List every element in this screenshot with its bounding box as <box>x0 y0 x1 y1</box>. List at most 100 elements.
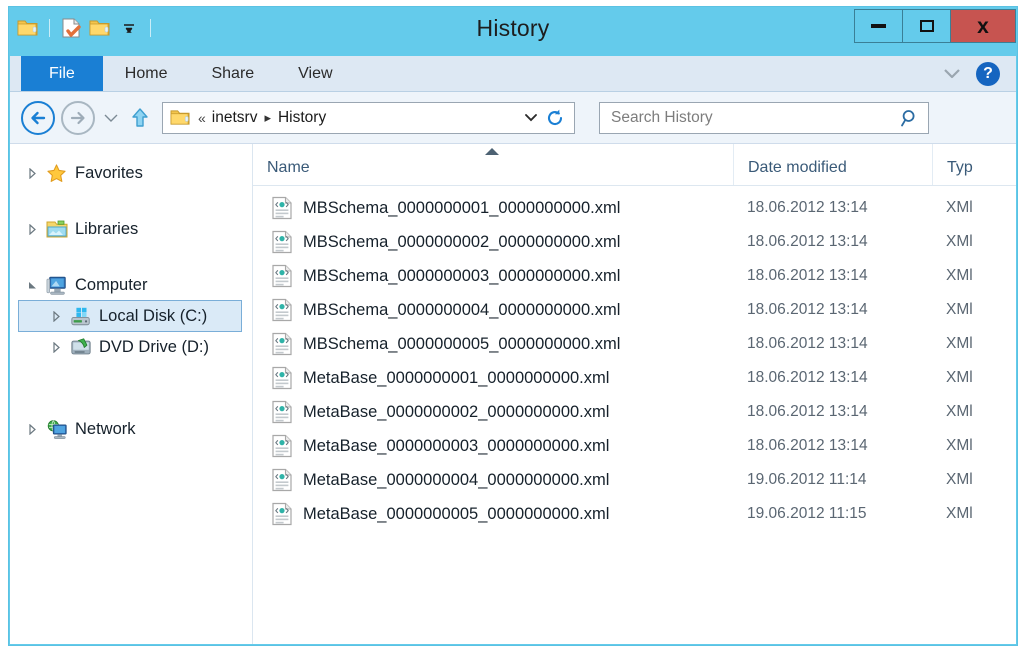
file-name-label: MetaBase_0000000002_0000000000.xml <box>303 402 610 421</box>
file-name-cell[interactable]: MBSchema_0000000004_0000000000.xml <box>253 298 733 322</box>
file-name-cell[interactable]: MetaBase_0000000002_0000000000.xml <box>253 400 733 424</box>
table-row[interactable]: MBSchema_0000000004_0000000000.xml 18.06… <box>253 293 1016 327</box>
file-date-cell: 19.06.2012 11:15 <box>747 505 867 522</box>
star-icon <box>46 162 68 184</box>
xml-file-icon <box>271 468 293 492</box>
table-row[interactable]: MBSchema_0000000002_0000000000.xml 18.06… <box>253 225 1016 259</box>
file-date-cell: 18.06.2012 13:14 <box>747 267 868 284</box>
forward-button[interactable] <box>61 100 95 135</box>
help-icon[interactable]: ? <box>976 61 1000 86</box>
breadcrumb-item-history[interactable]: History <box>278 109 326 127</box>
tab-share[interactable]: Share <box>189 56 276 91</box>
table-row[interactable]: MetaBase_0000000002_0000000000.xml 18.06… <box>253 395 1016 429</box>
table-row[interactable]: MBSchema_0000000003_0000000000.xml 18.06… <box>253 259 1016 293</box>
address-bar[interactable]: « inetsrv ▸ History <box>162 101 575 134</box>
file-date-cell: 18.06.2012 13:14 <box>747 199 868 216</box>
chevron-right-icon[interactable] <box>50 310 63 323</box>
file-name-cell[interactable]: MBSchema_0000000003_0000000000.xml <box>253 264 733 288</box>
chevron-down-expanded-icon[interactable] <box>26 279 39 292</box>
file-name-cell[interactable]: MetaBase_0000000004_0000000000.xml <box>253 468 733 492</box>
sidebar-item-computer[interactable]: Computer <box>10 270 252 300</box>
table-row[interactable]: MetaBase_0000000004_0000000000.xml 19.06… <box>253 463 1016 497</box>
breadcrumb-separator-icon[interactable]: ▸ <box>264 110 271 126</box>
sidebar-item-local-disk-c[interactable]: Local Disk (C:) <box>18 300 242 332</box>
file-name-cell[interactable]: MBSchema_0000000005_0000000000.xml <box>253 332 733 356</box>
file-list-pane: Name Date modified Typ MBSchema_00000000… <box>253 144 1016 644</box>
table-row[interactable]: MBSchema_0000000001_0000000000.xml 18.06… <box>253 191 1016 225</box>
minimize-button[interactable] <box>855 10 903 42</box>
file-date-cell: 18.06.2012 13:14 <box>747 403 868 420</box>
table-row[interactable]: MetaBase_0000000005_0000000000.xml 19.06… <box>253 497 1016 531</box>
breadcrumb-overflow[interactable]: « <box>198 110 206 126</box>
navigation-pane: Favorites Libraries Computer Local Disk … <box>10 144 253 644</box>
chevron-right-icon[interactable] <box>26 423 39 436</box>
refresh-icon[interactable] <box>542 108 568 128</box>
file-date-cell: 18.06.2012 13:14 <box>747 335 868 352</box>
file-name-cell[interactable]: MetaBase_0000000001_0000000000.xml <box>253 366 733 390</box>
back-button[interactable] <box>21 100 55 135</box>
sidebar-item-libraries[interactable]: Libraries <box>10 214 252 244</box>
explorer-body: Favorites Libraries Computer Local Disk … <box>10 143 1016 644</box>
tab-view[interactable]: View <box>276 56 354 91</box>
maximize-icon <box>919 20 934 32</box>
chevron-right-icon[interactable] <box>26 223 39 236</box>
sidebar-item-label: Local Disk (C:) <box>99 306 208 325</box>
address-dropdown-icon[interactable] <box>520 112 542 123</box>
chevron-right-icon[interactable] <box>50 341 63 354</box>
recent-locations-button[interactable] <box>101 103 121 133</box>
search-box[interactable] <box>599 101 929 134</box>
sidebar-item-label: Libraries <box>75 219 139 238</box>
chevron-right-icon[interactable] <box>26 167 39 180</box>
xml-file-icon <box>271 366 293 390</box>
file-type-cell: XMl <box>946 403 973 420</box>
sidebar-item-favorites[interactable]: Favorites <box>10 158 252 188</box>
column-header-name[interactable]: Name <box>253 144 733 185</box>
breadcrumb-item-inetsrv[interactable]: inetsrv <box>212 109 258 127</box>
search-icon[interactable] <box>900 108 920 128</box>
tab-home[interactable]: Home <box>103 56 190 91</box>
window-controls: x <box>854 9 1016 43</box>
table-row[interactable]: MetaBase_0000000003_0000000000.xml 18.06… <box>253 429 1016 463</box>
breadcrumb[interactable]: « inetsrv ▸ History <box>170 108 520 127</box>
tab-file[interactable]: File <box>21 56 103 91</box>
computer-icon <box>46 274 68 296</box>
sidebar-item-dvd-drive-d[interactable]: DVD Drive (D:) <box>10 332 252 362</box>
expand-ribbon-icon[interactable] <box>942 66 962 82</box>
table-row[interactable]: MBSchema_0000000005_0000000000.xml 18.06… <box>253 327 1016 361</box>
file-name-cell[interactable]: MetaBase_0000000003_0000000000.xml <box>253 434 733 458</box>
xml-file-icon <box>271 332 293 356</box>
minimize-icon <box>871 24 886 28</box>
column-header-label: Name <box>267 159 310 176</box>
sidebar-item-network[interactable]: Network <box>10 414 252 444</box>
file-name-label: MBSchema_0000000005_0000000000.xml <box>303 334 621 353</box>
table-row[interactable]: MetaBase_0000000001_0000000000.xml 18.06… <box>253 361 1016 395</box>
file-date-cell: 18.06.2012 13:14 <box>747 233 868 250</box>
close-button[interactable]: x <box>951 10 1015 42</box>
title-bar[interactable]: History x <box>9 7 1017 56</box>
file-name-cell[interactable]: MBSchema_0000000001_0000000000.xml <box>253 196 733 220</box>
network-icon <box>46 418 68 440</box>
file-name-label: MetaBase_0000000001_0000000000.xml <box>303 368 610 387</box>
xml-file-icon <box>271 434 293 458</box>
file-name-cell[interactable]: MBSchema_0000000002_0000000000.xml <box>253 230 733 254</box>
column-header-date-modified[interactable]: Date modified <box>733 144 932 185</box>
search-input[interactable] <box>611 108 900 127</box>
file-date-cell: 18.06.2012 13:14 <box>747 437 868 454</box>
file-date-cell: 18.06.2012 13:14 <box>747 301 868 318</box>
file-name-cell[interactable]: MetaBase_0000000005_0000000000.xml <box>253 502 733 526</box>
ribbon-tab-bar: File Home Share View ? <box>10 56 1016 92</box>
column-header-type[interactable]: Typ <box>932 144 1016 185</box>
maximize-button[interactable] <box>903 10 951 42</box>
sidebar-item-label: Network <box>75 419 136 438</box>
up-button[interactable] <box>127 103 153 133</box>
address-toolbar: « inetsrv ▸ History <box>10 92 1016 143</box>
ribbon-actions: ? <box>942 56 1016 91</box>
xml-file-icon <box>271 196 293 220</box>
column-header-label: Date modified <box>748 159 847 176</box>
file-name-label: MBSchema_0000000003_0000000000.xml <box>303 266 621 285</box>
file-type-cell: XMl <box>946 471 973 488</box>
